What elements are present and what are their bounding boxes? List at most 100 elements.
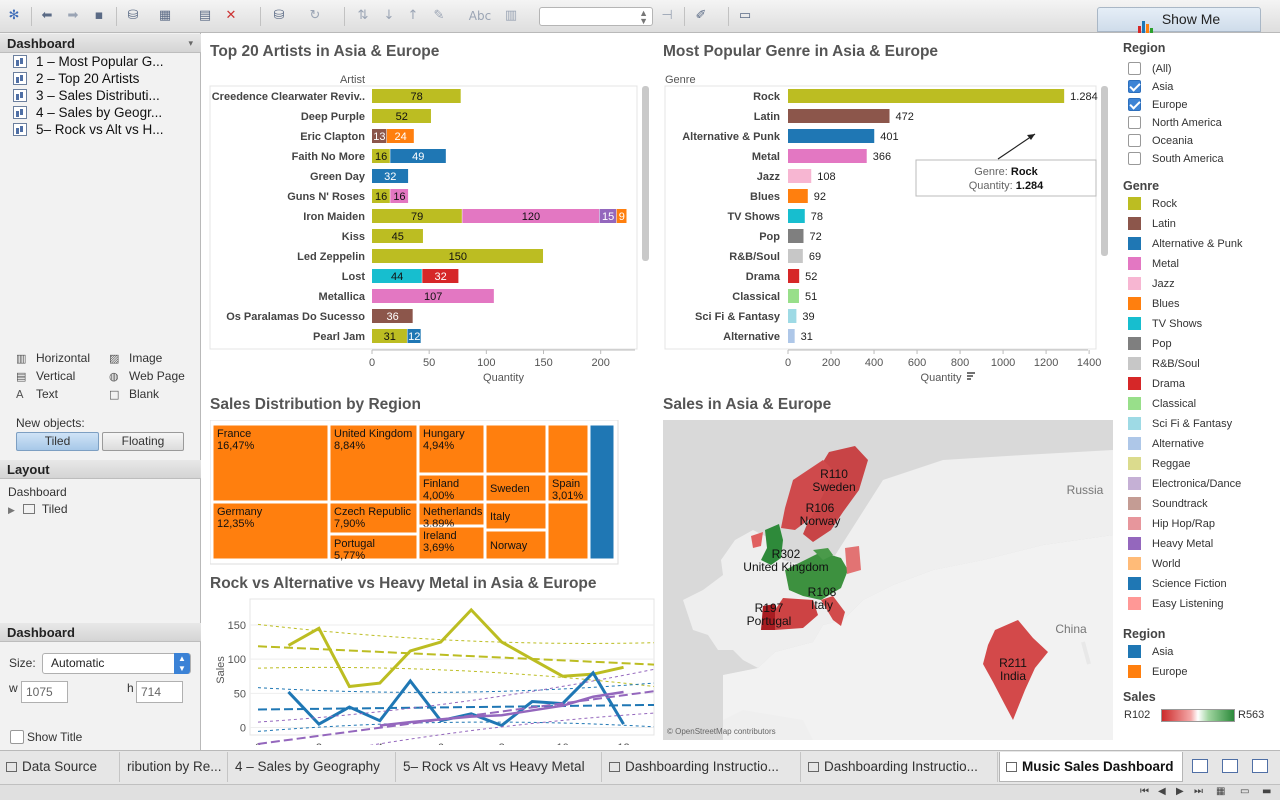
- object-image[interactable]: ▨ Image: [107, 351, 162, 365]
- highlight-icon[interactable]: ✐: [692, 7, 710, 25]
- series-line-rock[interactable]: [287, 607, 624, 689]
- tiled-toggle[interactable]: Tiled: [16, 432, 99, 451]
- genre-bar[interactable]: [788, 249, 803, 263]
- genre-legend-item-pop[interactable]: Pop: [1126, 337, 1172, 351]
- genre-bar[interactable]: [788, 329, 795, 343]
- first-sheet-icon[interactable]: ⏮: [1140, 786, 1149, 797]
- genre-legend-item-sci-fi-fantasy[interactable]: Sci Fi & Fantasy: [1126, 417, 1232, 431]
- checkbox-icon[interactable]: [1128, 152, 1141, 165]
- tab-5-rock-vs-alt-vs-heavy-metal[interactable]: 5– Rock vs Alt vs Heavy Metal: [397, 752, 602, 782]
- object-blank[interactable]: □ Blank: [107, 387, 159, 401]
- tab-4-sales-by-geography[interactable]: 4 – Sales by Geography: [229, 752, 396, 782]
- artists-scrollbar[interactable]: [642, 86, 649, 261]
- genre-legend-item-metal[interactable]: Metal: [1126, 257, 1179, 271]
- genre-legend-item-soundtrack[interactable]: Soundtrack: [1126, 497, 1208, 511]
- genre-legend-item-alternative[interactable]: Alternative: [1126, 437, 1204, 451]
- region-filter-europe[interactable]: Europe: [1126, 98, 1187, 112]
- tableau-logo-icon[interactable]: ✻: [5, 7, 23, 25]
- size-select[interactable]: Automatic ▲ ▼: [42, 653, 191, 674]
- region-filter-all[interactable]: (All): [1126, 62, 1172, 76]
- show-me-button[interactable]: Show Me: [1097, 7, 1261, 33]
- genre-legend-item-easy-listening[interactable]: Easy Listening: [1126, 597, 1224, 611]
- treemap-cell[interactable]: [485, 424, 547, 474]
- sales-map[interactable]: R110Sweden R106Norway R302United Kingdom R1…: [663, 420, 1113, 740]
- region-legend-item-asia[interactable]: Asia: [1126, 645, 1173, 659]
- genre-legend-item-latin[interactable]: Latin: [1126, 217, 1176, 231]
- genre-bar[interactable]: [788, 149, 867, 163]
- genre-legend-item-heavy-metal[interactable]: Heavy Metal: [1126, 537, 1213, 551]
- sheet-item-5[interactable]: 5– Rock vs Alt vs H...: [0, 121, 201, 138]
- refresh-icon[interactable]: ↻: [306, 7, 324, 25]
- object-vertical[interactable]: ▤ Vertical: [14, 369, 75, 383]
- genre-legend-item-r-b-soul[interactable]: R&B/Soul: [1126, 357, 1200, 371]
- tab-data-source[interactable]: Data Source: [0, 752, 120, 782]
- filmstrip-view-icon[interactable]: ▭: [1240, 786, 1249, 797]
- last-sheet-icon[interactable]: ⏭: [1194, 786, 1203, 797]
- sheet-item-3[interactable]: 3 – Sales Distributi...: [0, 87, 201, 104]
- tab-dashboarding-instructio[interactable]: Dashboarding Instructio...: [802, 752, 998, 782]
- genre-legend-item-drama[interactable]: Drama: [1126, 377, 1185, 391]
- object-text[interactable]: A Text: [14, 387, 58, 401]
- treemap-cell[interactable]: [547, 424, 589, 474]
- region-filter-asia[interactable]: Asia: [1126, 80, 1173, 94]
- genre-bar[interactable]: [788, 109, 890, 123]
- sort-descending-icon[interactable]: ↑: [404, 7, 422, 25]
- height-input[interactable]: 714: [136, 681, 183, 703]
- genre-legend-item-tv-shows[interactable]: TV Shows: [1126, 317, 1202, 331]
- genre-bar[interactable]: [788, 289, 799, 303]
- clear-sheet-icon[interactable]: ✕: [222, 7, 240, 25]
- sheet-item-4[interactable]: 4 – Sales by Geogr...: [0, 104, 201, 121]
- checkbox-icon[interactable]: [1128, 80, 1141, 93]
- region-filter-north-america[interactable]: North America: [1126, 116, 1222, 130]
- tab-music-sales-dashboard[interactable]: Music Sales Dashboard: [999, 752, 1183, 782]
- tab-dashboarding-instructio[interactable]: Dashboarding Instructio...: [603, 752, 801, 782]
- sort-ascending-icon[interactable]: ↓: [380, 7, 398, 25]
- presentation-mode-icon[interactable]: ▭: [736, 7, 754, 25]
- sheet-item-1[interactable]: 1 – Most Popular G...: [0, 53, 201, 70]
- genre-legend-item-reggae[interactable]: Reggae: [1126, 457, 1191, 471]
- genre-legend-item-science-fiction[interactable]: Science Fiction: [1126, 577, 1227, 591]
- genre-scrollbar[interactable]: [1101, 86, 1108, 256]
- checkbox-icon[interactable]: [1128, 98, 1141, 111]
- fit-select[interactable]: ▲ ▼: [539, 7, 653, 26]
- object-horizontal[interactable]: ▥ Horizontal: [14, 351, 90, 365]
- attach-icon[interactable]: ✎: [430, 7, 448, 25]
- sheet-item-2[interactable]: 2 – Top 20 Artists: [0, 70, 201, 87]
- genre-legend-item-alternative-punk[interactable]: Alternative & Punk: [1126, 237, 1243, 251]
- genre-bar[interactable]: [788, 269, 800, 283]
- genre-bar[interactable]: [788, 209, 805, 223]
- region-filter-oceania[interactable]: Oceania: [1126, 134, 1193, 148]
- genre-bar[interactable]: [788, 229, 804, 243]
- expand-arrow-icon[interactable]: ▶: [8, 505, 15, 515]
- treemap-cell[interactable]: [547, 502, 589, 560]
- tab-ribution-by-re[interactable]: ribution by Re...: [121, 752, 228, 782]
- grid-view-icon[interactable]: ▦: [1216, 786, 1225, 797]
- checkbox-icon[interactable]: [1128, 62, 1141, 75]
- new-worksheet-tab-icon[interactable]: [1192, 759, 1208, 773]
- genre-legend-item-blues[interactable]: Blues: [1126, 297, 1180, 311]
- swap-icon[interactable]: ⇅: [354, 7, 372, 25]
- genre-bar[interactable]: [788, 89, 1065, 103]
- new-story-tab-icon[interactable]: [1252, 759, 1268, 773]
- floating-toggle[interactable]: Floating: [102, 432, 184, 451]
- object-web-page[interactable]: ◍ Web Page: [107, 369, 185, 383]
- new-data-source-icon[interactable]: ⛁: [124, 7, 142, 25]
- checkbox-icon[interactable]: [1128, 116, 1141, 129]
- layout-root[interactable]: Dashboard: [8, 484, 68, 501]
- genre-bar[interactable]: [788, 129, 875, 143]
- save-icon[interactable]: ▪: [90, 7, 108, 25]
- genre-legend-item-world[interactable]: World: [1126, 557, 1181, 571]
- pause-updates-icon[interactable]: ⛁: [270, 7, 288, 25]
- genre-legend-item-jazz[interactable]: Jazz: [1126, 277, 1175, 291]
- genre-bar[interactable]: [788, 169, 812, 183]
- undo-icon[interactable]: ⬅: [38, 7, 56, 25]
- redo-icon[interactable]: ➡: [64, 7, 82, 25]
- tabs-view-icon[interactable]: ▬: [1262, 786, 1271, 797]
- genre-legend-item-rock[interactable]: Rock: [1126, 197, 1177, 211]
- fit-icon[interactable]: ▥: [502, 7, 520, 25]
- next-sheet-icon[interactable]: ▶: [1176, 786, 1184, 797]
- genre-legend-item-electronica-dance[interactable]: Electronica/Dance: [1126, 477, 1241, 491]
- new-dashboard-tab-icon[interactable]: [1222, 759, 1238, 773]
- layout-item-tiled[interactable]: ▶ Tiled: [8, 501, 68, 519]
- duplicate-sheet-icon[interactable]: ▤: [196, 7, 214, 25]
